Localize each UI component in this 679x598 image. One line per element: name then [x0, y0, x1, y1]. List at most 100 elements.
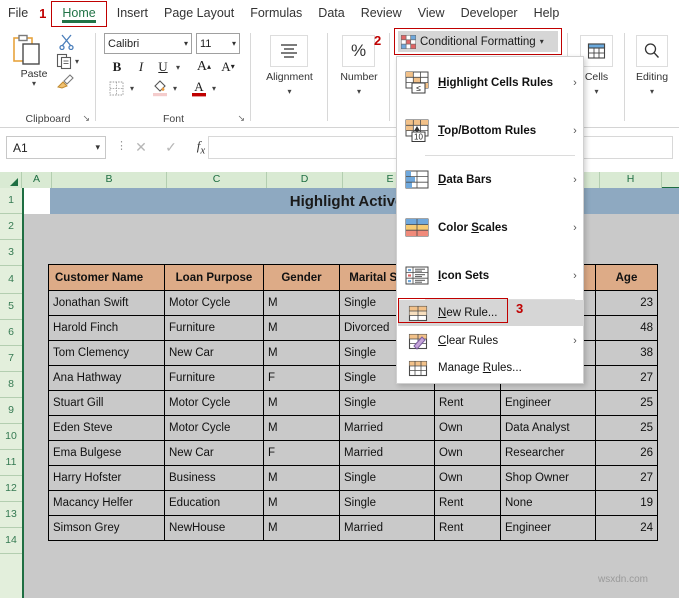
- cell-housing[interactable]: Own: [434, 465, 501, 491]
- cell-age[interactable]: 23: [595, 290, 658, 316]
- cells-button[interactable]: [580, 35, 613, 67]
- cell-job[interactable]: Shop Owner: [500, 465, 596, 491]
- menu-item-color-scales[interactable]: Color Scales ›: [398, 204, 584, 251]
- editing-button[interactable]: [636, 35, 668, 67]
- cell-job[interactable]: None: [500, 490, 596, 516]
- italic-button[interactable]: I: [132, 58, 150, 76]
- borders-button[interactable]: [107, 79, 125, 97]
- editing-dropdown-arrow[interactable]: ▾: [625, 87, 679, 96]
- cell-gender[interactable]: M: [263, 515, 340, 541]
- cell-marital-status[interactable]: Single: [339, 390, 435, 416]
- fill-color-dropdown-arrow[interactable]: ▾: [169, 81, 181, 95]
- cell-loan-purpose[interactable]: New Car: [164, 340, 264, 366]
- cell-marital-status[interactable]: Single: [339, 490, 435, 516]
- chevron-down-icon[interactable]: ▾: [95, 142, 100, 153]
- title-merged-cell[interactable]: Highlight Active Row: [50, 188, 679, 214]
- row-header-13[interactable]: 13: [0, 502, 22, 528]
- cell-marital-status[interactable]: Married: [339, 515, 435, 541]
- cell-job[interactable]: Engineer: [500, 515, 596, 541]
- tab-data[interactable]: Data: [310, 0, 352, 27]
- cell-housing[interactable]: Own: [434, 415, 501, 441]
- clipboard-dialog-launcher[interactable]: ↘: [82, 113, 90, 124]
- cell-age[interactable]: 19: [595, 490, 658, 516]
- table-row[interactable]: Harry Hofster Business M Single Own Shop…: [48, 465, 658, 491]
- row-header-1[interactable]: 1: [0, 188, 22, 214]
- cell-age[interactable]: 27: [595, 465, 658, 491]
- copy-button[interactable]: ▾: [56, 53, 79, 70]
- row-header-12[interactable]: 12: [0, 476, 22, 502]
- row-header-4[interactable]: 4: [0, 266, 22, 294]
- cell-housing[interactable]: Own: [434, 440, 501, 466]
- cell-loan-purpose[interactable]: Education: [164, 490, 264, 516]
- tab-view[interactable]: View: [410, 0, 453, 27]
- tab-insert[interactable]: Insert: [109, 0, 156, 27]
- cell-age[interactable]: 25: [595, 415, 658, 441]
- cell-customer-name[interactable]: Jonathan Swift: [48, 290, 165, 316]
- font-size-input[interactable]: 11 ▾: [196, 33, 240, 54]
- row-header-8[interactable]: 8: [0, 372, 22, 398]
- font-color-button[interactable]: A: [190, 78, 208, 98]
- cell-loan-purpose[interactable]: Motor Cycle: [164, 290, 264, 316]
- cell-gender[interactable]: M: [263, 415, 340, 441]
- column-header-c[interactable]: C: [167, 172, 267, 188]
- cell-gender[interactable]: F: [263, 365, 340, 391]
- format-painter-button[interactable]: [56, 73, 75, 90]
- font-color-dropdown-arrow[interactable]: ▾: [208, 81, 220, 95]
- cell-age[interactable]: 48: [595, 315, 658, 341]
- cell-gender[interactable]: M: [263, 290, 340, 316]
- cell-housing[interactable]: Rent: [434, 490, 501, 516]
- bold-button[interactable]: B: [108, 58, 126, 76]
- cell-age[interactable]: 26: [595, 440, 658, 466]
- column-header-d[interactable]: D: [267, 172, 343, 188]
- cell-housing[interactable]: Rent: [434, 390, 501, 416]
- cell-age[interactable]: 25: [595, 390, 658, 416]
- cell-customer-name[interactable]: Harold Finch: [48, 315, 165, 341]
- row-header-11[interactable]: 11: [0, 450, 22, 476]
- cell-loan-purpose[interactable]: NewHouse: [164, 515, 264, 541]
- cell-age[interactable]: 38: [595, 340, 658, 366]
- cell-gender[interactable]: M: [263, 490, 340, 516]
- menu-item-manage-rules[interactable]: Manage Rules...: [398, 355, 584, 381]
- underline-dropdown-arrow[interactable]: ▾: [172, 60, 184, 74]
- alignment-dropdown-arrow[interactable]: ▾: [251, 87, 328, 96]
- column-header-b[interactable]: B: [52, 172, 167, 188]
- cell-gender[interactable]: F: [263, 440, 340, 466]
- chevron-down-icon[interactable]: ▾: [184, 39, 188, 48]
- menu-item-highlight-cells-rules[interactable]: ≤ Highlight Cells Rules ›: [398, 59, 584, 106]
- row-header-14[interactable]: 14: [0, 528, 22, 554]
- menu-item-top-bottom-rules[interactable]: 10 Top/Bottom Rules ›: [398, 107, 584, 154]
- menu-item-clear-rules[interactable]: Clear Rules ›: [398, 328, 584, 354]
- table-row[interactable]: Eden Steve Motor Cycle M Married Own Dat…: [48, 415, 658, 441]
- cell-marital-status[interactable]: Married: [339, 415, 435, 441]
- row-header-2[interactable]: 2: [0, 214, 22, 240]
- enter-formula-icon[interactable]: ✓: [158, 137, 184, 158]
- cell-loan-purpose[interactable]: Motor Cycle: [164, 390, 264, 416]
- table-row[interactable]: Ema Bulgese New Car F Married Own Resear…: [48, 440, 658, 466]
- cell-loan-purpose[interactable]: New Car: [164, 440, 264, 466]
- paste-button[interactable]: Paste ▾: [10, 33, 58, 88]
- row-header-3[interactable]: 3: [0, 240, 22, 266]
- paste-dropdown-arrow[interactable]: ▾: [10, 80, 58, 88]
- cell-customer-name[interactable]: Ema Bulgese: [48, 440, 165, 466]
- cell-marital-status[interactable]: Single: [339, 465, 435, 491]
- cell-gender[interactable]: M: [263, 340, 340, 366]
- cell-housing[interactable]: Rent: [434, 515, 501, 541]
- font-name-input[interactable]: Calibri ▾: [104, 33, 192, 54]
- tab-home[interactable]: Home: [51, 0, 107, 27]
- increase-font-size-button[interactable]: A ▴: [194, 57, 214, 76]
- chevron-down-icon[interactable]: ▾: [232, 39, 236, 48]
- cell-gender[interactable]: M: [263, 465, 340, 491]
- cell-gender[interactable]: M: [263, 390, 340, 416]
- cell-customer-name[interactable]: Stuart Gill: [48, 390, 165, 416]
- tab-formulas[interactable]: Formulas: [242, 0, 310, 27]
- alignment-button[interactable]: [270, 35, 308, 67]
- menu-item-data-bars[interactable]: Data Bars ›: [398, 156, 584, 203]
- cell-loan-purpose[interactable]: Business: [164, 465, 264, 491]
- tab-review[interactable]: Review: [353, 0, 410, 27]
- cell-customer-name[interactable]: Tom Clemency: [48, 340, 165, 366]
- copy-dropdown-arrow[interactable]: ▾: [75, 57, 79, 66]
- column-header-h[interactable]: H: [600, 172, 662, 188]
- cell-job[interactable]: Engineer: [500, 390, 596, 416]
- select-all-corner[interactable]: [0, 172, 22, 188]
- tab-developer[interactable]: Developer: [453, 0, 526, 27]
